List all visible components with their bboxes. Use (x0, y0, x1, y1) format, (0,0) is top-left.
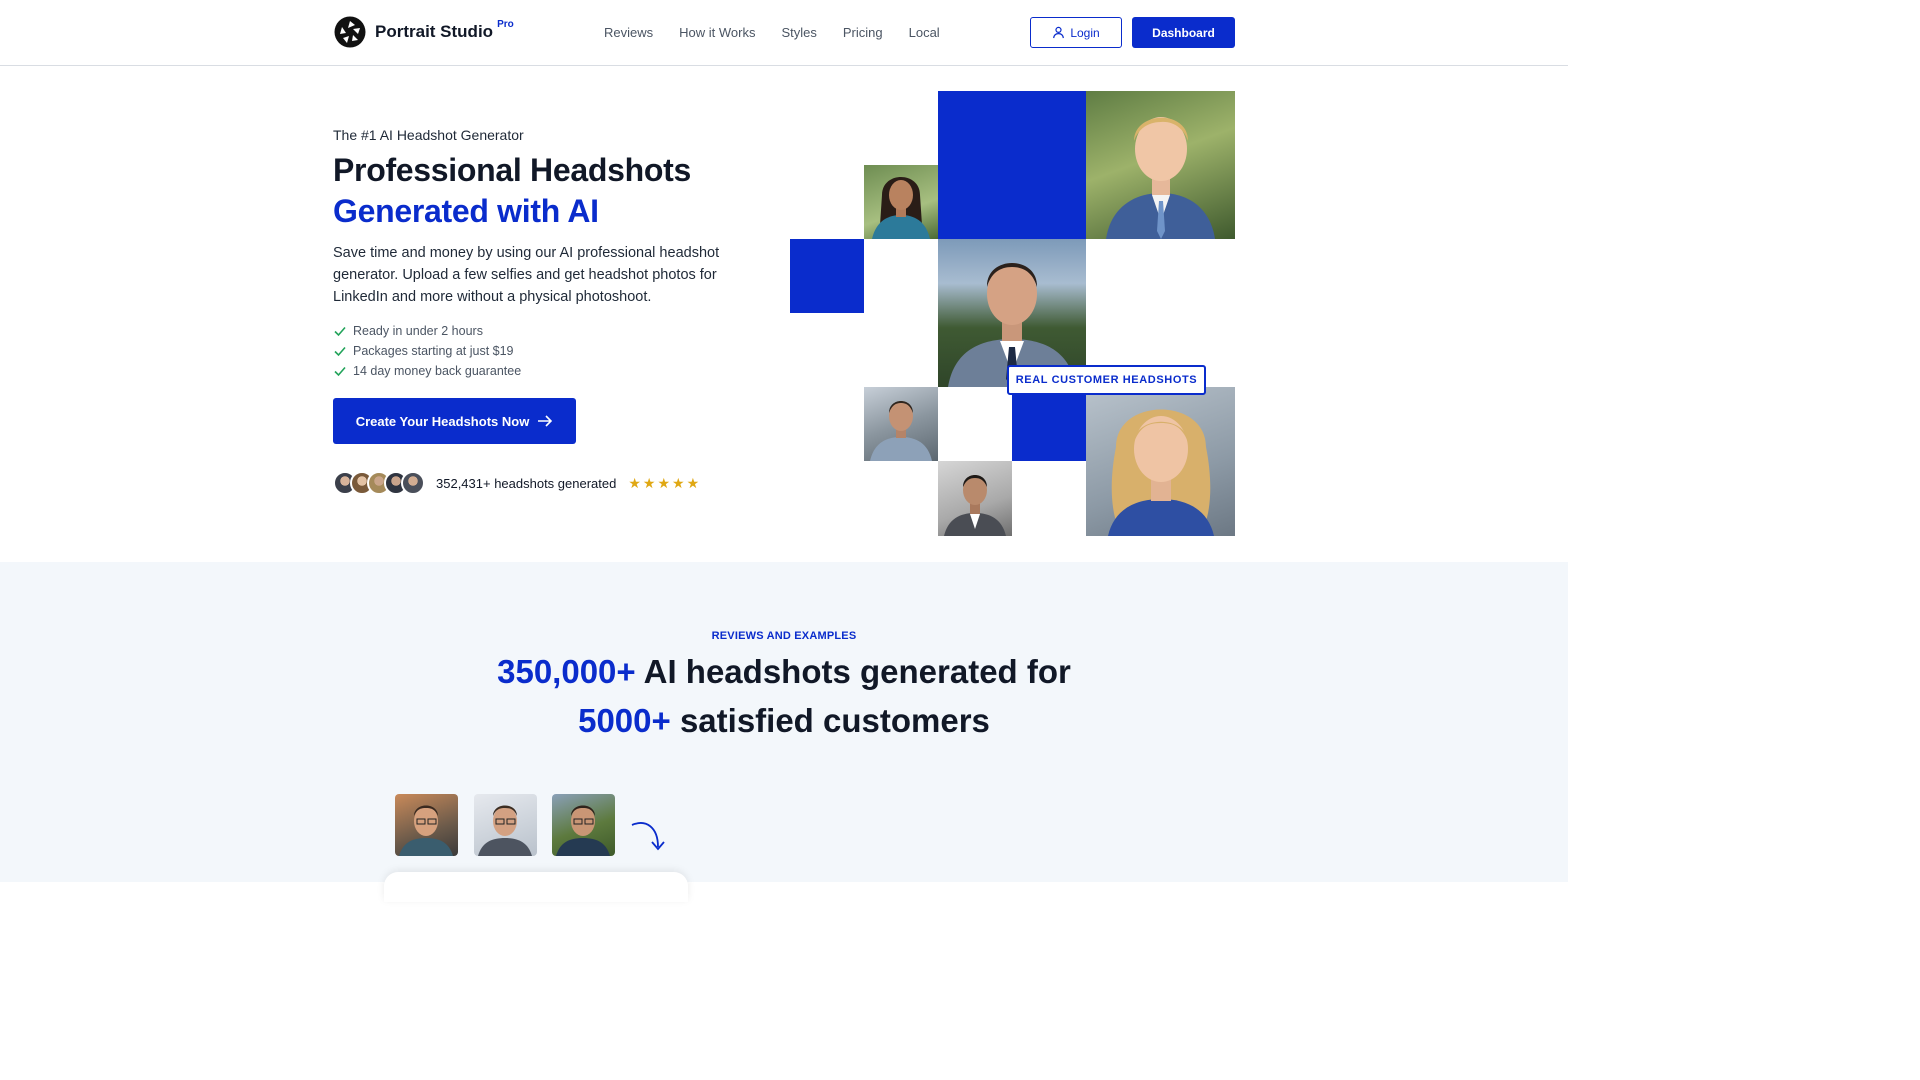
dashboard-button[interactable]: Dashboard (1132, 17, 1235, 48)
hero-title-line1: Professional Headshots (333, 152, 691, 188)
customers-count-accent: 5000+ (578, 702, 671, 739)
check-icon (334, 346, 346, 357)
hero-title: Professional Headshots Generated with AI (333, 150, 691, 232)
arrow-right-icon (538, 415, 553, 427)
headshot-photo (1086, 387, 1235, 536)
avatar-group (333, 471, 425, 495)
main-nav: Reviews How it Works Styles Pricing Loca… (604, 25, 940, 40)
reviews-count-accent: 350,000+ (497, 653, 636, 690)
brand-name: Portrait Studio (375, 22, 494, 41)
avatar (401, 471, 425, 495)
login-label: Login (1070, 25, 1100, 40)
selfie-photo (552, 794, 615, 856)
list-item: Packages starting at just $19 (333, 341, 521, 361)
review-card (384, 872, 688, 902)
headshot-photo (864, 387, 938, 461)
user-icon (1053, 26, 1065, 39)
reviews-title-text2: satisfied customers (670, 702, 990, 739)
check-icon (334, 326, 346, 337)
nav-pricing[interactable]: Pricing (843, 25, 883, 40)
reviews-section: REVIEWS AND EXAMPLES 350,000+ AI headsho… (0, 562, 1568, 902)
feature-text: Packages starting at just $19 (353, 344, 514, 358)
hero-description: Save time and money by using our AI prof… (333, 245, 720, 305)
feature-text: 14 day money back guarantee (353, 364, 522, 378)
list-item: 14 day money back guarantee (333, 361, 521, 381)
nav-local[interactable]: Local (909, 25, 940, 40)
mosaic-block (938, 91, 1086, 239)
headshot-mosaic (790, 91, 1235, 536)
selfie-photo (474, 794, 537, 856)
site-header: Portrait Studio Pro Reviews How it Works… (0, 0, 1568, 66)
reviews-eyebrow: REVIEWS AND EXAMPLES (711, 630, 857, 642)
list-item: Ready in under 2 hours (333, 321, 521, 341)
mosaic-block (1012, 387, 1086, 461)
nav-how-it-works[interactable]: How it Works (679, 25, 755, 40)
nav-reviews[interactable]: Reviews (604, 25, 653, 40)
mosaic-block (790, 239, 864, 313)
social-proof: 352,431+ headshots generated ★★★★★ (333, 471, 701, 495)
reviews-title-text1: AI headshots generated for (635, 653, 1071, 690)
create-headshots-button[interactable]: Create Your Headshots Now (333, 398, 576, 444)
feature-list: Ready in under 2 hours Packages starting… (333, 321, 521, 381)
aperture-logo-icon (334, 16, 366, 48)
curved-arrow-icon (631, 822, 665, 851)
reviews-title: 350,000+ AI headshots generated for 5000… (0, 647, 1568, 745)
headshot-photo (938, 461, 1012, 536)
cta-label: Create Your Headshots Now (355, 413, 530, 429)
brand-pro-badge: Pro (497, 18, 514, 30)
headshot-photo (1086, 91, 1235, 239)
hero-title-line2: Generated with AI (333, 193, 599, 229)
real-customer-badge: REAL CUSTOMER HEADSHOTS (1007, 365, 1206, 395)
feature-text: Ready in under 2 hours (353, 324, 483, 338)
headshots-count: 352,431+ headshots generated (436, 475, 617, 491)
check-icon (334, 366, 346, 377)
rating-stars: ★★★★★ (628, 474, 702, 491)
brand-logo[interactable]: Portrait Studio Pro (334, 16, 514, 48)
headshot-photo (864, 165, 938, 239)
nav-styles[interactable]: Styles (781, 25, 816, 40)
login-button[interactable]: Login (1030, 17, 1122, 48)
hero-eyebrow: The #1 AI Headshot Generator (333, 127, 524, 143)
selfie-photo (395, 794, 458, 856)
